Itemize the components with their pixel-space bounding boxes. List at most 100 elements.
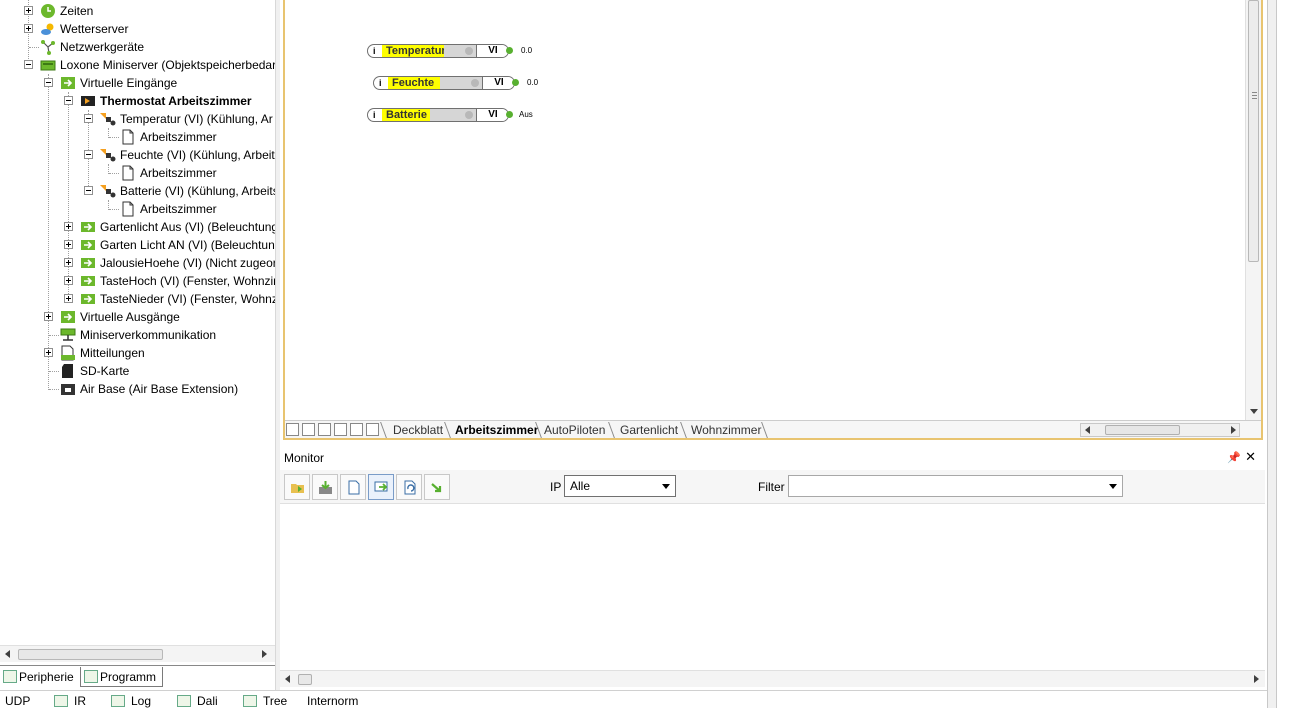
block-body[interactable]: i Feuchte VI [373, 76, 515, 90]
expand-icon[interactable] [64, 276, 73, 285]
expand-icon[interactable] [64, 222, 73, 231]
tree-item-mitteilungen[interactable]: Mitteilungen [0, 344, 275, 362]
tab-deckblatt[interactable]: Deckblatt [387, 422, 449, 438]
tree-item-arbeitszimmer-page[interactable]: Arbeitszimmer [0, 164, 275, 182]
tree-item-virtuelle-ausgaenge[interactable]: Virtuelle Ausgänge [0, 308, 275, 326]
expand-icon[interactable] [44, 312, 53, 321]
tab-menu-icon[interactable] [286, 423, 299, 436]
expand-icon[interactable] [64, 258, 73, 267]
close-icon[interactable]: ✕ [1245, 449, 1256, 465]
tree-item-wetterserver[interactable]: Wetterserver [0, 20, 275, 38]
block-body[interactable]: i Batterie VI [367, 108, 509, 122]
tab-udp[interactable]: UDP [5, 694, 30, 708]
scroll-right-icon[interactable] [1254, 675, 1259, 683]
new-sheet-icon[interactable] [302, 423, 315, 436]
tab-programm[interactable]: Programm [80, 667, 163, 687]
tree-item-label: Thermostat Arbeitszimmer [100, 94, 252, 108]
tree-item-sd-karte[interactable]: SD-Karte [0, 362, 275, 380]
tree-item-garten-licht-an[interactable]: Garten Licht AN (VI) (Beleuchtun [0, 236, 275, 254]
chevron-down-icon[interactable] [1109, 484, 1117, 489]
program-canvas: i Temperatur VI 0.0 i Feuchte VI 0.0 i B… [283, 0, 1263, 440]
tree-item-netzwerkgeraete[interactable]: Netzwerkgeräte [0, 38, 275, 56]
tree-item-tastenieder[interactable]: TasteNieder (VI) (Fenster, Wohnz [0, 290, 275, 308]
collapse-icon[interactable] [84, 150, 93, 159]
tree-item-batterie[interactable]: Batterie (VI) (Kühlung, Arbeits [0, 182, 275, 200]
tree-item-air-base[interactable]: Air Base (Air Base Extension) [0, 380, 275, 398]
tree-item-miniserver[interactable]: Loxone Miniserver (Objektspeicherbedar [0, 56, 275, 74]
monitor-horizontal-scrollbar[interactable] [280, 670, 1265, 687]
expand-icon[interactable] [64, 240, 73, 249]
tab-log[interactable]: Log [111, 694, 151, 708]
info-icon[interactable]: i [373, 109, 379, 121]
first-sheet-icon[interactable] [318, 423, 331, 436]
tab-autopiloten[interactable]: AutoPiloten [538, 422, 611, 438]
tree-item-gartenlicht-aus[interactable]: Gartenlicht Aus (VI) (Beleuchtung [0, 218, 275, 236]
tab-peripherie[interactable]: Peripherie [0, 667, 78, 687]
scroll-thumb[interactable] [298, 674, 312, 685]
tree-item-arbeitszimmer-page[interactable]: Arbeitszimmer [0, 200, 275, 218]
last-sheet-icon[interactable] [366, 423, 379, 436]
block-temperatur[interactable]: i Temperatur VI 0.0 [367, 44, 542, 58]
block-feuchte[interactable]: i Feuchte VI 0.0 [373, 76, 548, 90]
tree-item-temperatur[interactable]: Temperatur (VI) (Kühlung, Ar [0, 110, 275, 128]
collapse-icon[interactable] [44, 78, 53, 87]
tree-item-feuchte[interactable]: Feuchte (VI) (Kühlung, Arbeit [0, 146, 275, 164]
tree-item-zeiten[interactable]: Zeiten [0, 2, 275, 20]
open-folder-button[interactable] [284, 474, 310, 500]
info-icon[interactable]: i [379, 77, 385, 89]
tab-ir[interactable]: IR [54, 694, 86, 708]
scroll-thumb[interactable] [18, 649, 163, 660]
scroll-left-icon[interactable] [285, 675, 290, 683]
next-sheet-icon[interactable] [350, 423, 363, 436]
output-connector[interactable] [506, 47, 513, 54]
ip-select[interactable]: Alle [564, 475, 676, 497]
scroll-thumb[interactable] [1248, 0, 1259, 262]
previous-sheet-icon[interactable] [334, 423, 347, 436]
tab-gartenlicht[interactable]: Gartenlicht [614, 422, 684, 438]
output-connector[interactable] [512, 79, 519, 86]
forward-button[interactable] [424, 474, 450, 500]
scroll-left-icon[interactable] [5, 650, 10, 658]
scroll-thumb[interactable] [1105, 425, 1180, 435]
scroll-right-icon[interactable] [1231, 426, 1236, 434]
monitor-output[interactable] [280, 505, 1265, 670]
collapse-icon[interactable] [84, 114, 93, 123]
expand-icon[interactable] [64, 294, 73, 303]
canvas-horizontal-scrollbar[interactable] [1080, 423, 1240, 437]
tree-item-thermostat-arbeitszimmer[interactable]: Thermostat Arbeitszimmer [0, 92, 275, 110]
block-batterie[interactable]: i Batterie VI Aus [367, 108, 542, 122]
sd-card-icon [60, 363, 76, 379]
tab-tree[interactable]: Tree [243, 694, 288, 708]
scroll-left-icon[interactable] [1085, 426, 1090, 434]
tree-horizontal-scrollbar[interactable] [0, 645, 275, 662]
info-icon[interactable]: i [373, 45, 379, 57]
tab-arbeitszimmer[interactable]: Arbeitszimmer [449, 422, 544, 438]
tab-label: Tree [263, 694, 288, 708]
tree-item-tastehoch[interactable]: TasteHoch (VI) (Fenster, Wohnzir [0, 272, 275, 290]
new-document-button[interactable] [340, 474, 366, 500]
tab-wohnzimmer[interactable]: Wohnzimmer [685, 422, 767, 438]
collapse-icon[interactable] [64, 96, 73, 105]
canvas-area[interactable]: i Temperatur VI 0.0 i Feuchte VI 0.0 i B… [285, 0, 1245, 420]
scroll-down-icon[interactable] [1250, 409, 1258, 414]
output-connector[interactable] [506, 111, 513, 118]
tree-item-arbeitszimmer-page[interactable]: Arbeitszimmer [0, 128, 275, 146]
tree-item-jalousiehoehe[interactable]: JalousieHoehe (VI) (Nicht zugeor [0, 254, 275, 272]
refresh-button[interactable] [396, 474, 422, 500]
tree-item-virtuelle-eingaenge[interactable]: Virtuelle Eingänge [0, 74, 275, 92]
canvas-vertical-scrollbar[interactable] [1245, 0, 1261, 420]
block-body[interactable]: i Temperatur VI [367, 44, 509, 58]
collapse-icon[interactable] [84, 186, 93, 195]
expand-icon[interactable] [24, 24, 33, 33]
scroll-right-icon[interactable] [262, 650, 267, 658]
monitor-start-button[interactable] [368, 474, 394, 500]
expand-icon[interactable] [24, 6, 33, 15]
save-button[interactable] [312, 474, 338, 500]
collapse-icon[interactable] [24, 60, 33, 69]
pin-icon[interactable]: 📌 [1227, 451, 1241, 464]
tab-internorm[interactable]: Internorm [307, 694, 358, 708]
expand-icon[interactable] [44, 348, 53, 357]
tree-item-miniserverkommunikation[interactable]: Miniserverkommunikation [0, 326, 275, 344]
filter-input[interactable] [788, 475, 1123, 497]
tab-dali[interactable]: Dali [177, 694, 218, 708]
